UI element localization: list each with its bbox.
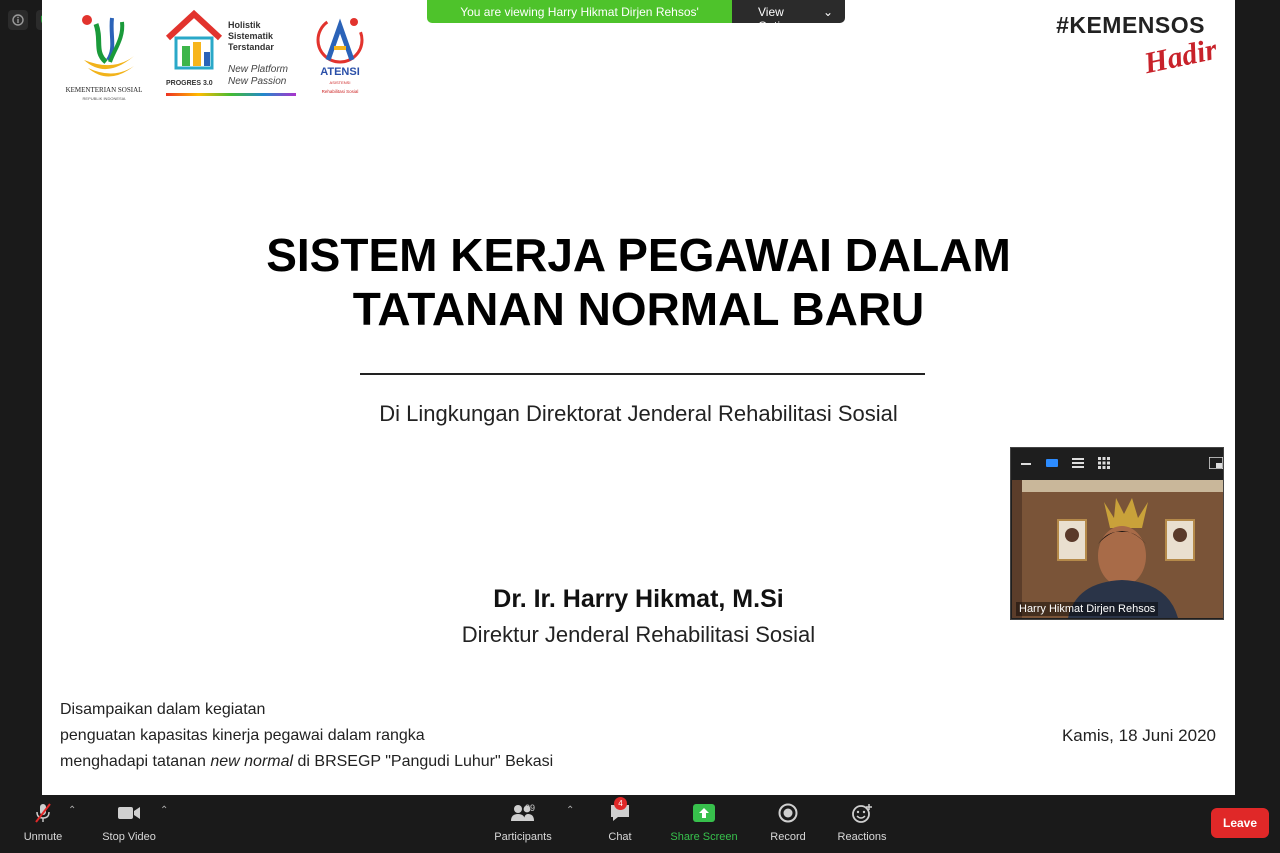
record-icon — [766, 801, 810, 825]
screen-share-banner: You are viewing Harry Hikmat Dirjen Rehs… — [427, 0, 845, 23]
chat-button[interactable]: 4 Chat — [600, 797, 640, 843]
audio-options-caret[interactable]: ⌃ — [68, 805, 76, 816]
view-options-label: View Options — [758, 5, 799, 23]
progres-label: PROGRES 3.0 — [166, 80, 213, 87]
kemensos-logo: KEMENTERIAN SOSIAL REPUBLIK INDONESIA — [54, 10, 154, 101]
gallery-view-icon[interactable] — [1097, 456, 1111, 470]
muted-microphone-icon — [18, 801, 68, 825]
event-note-line-3: menghadapi tatanan new normal di BRSEGP … — [60, 749, 553, 775]
video-options-caret[interactable]: ⌃ — [160, 805, 168, 816]
event-note-line-1: Disampaikan dalam kegiatan — [60, 701, 266, 718]
reactions-button[interactable]: Reactions — [834, 801, 890, 843]
video-camera-icon — [98, 801, 160, 825]
unmute-label: Unmute — [23, 831, 63, 843]
participants-icon: 39 — [492, 801, 554, 825]
unmute-button[interactable]: Unmute — [18, 801, 68, 843]
event-note-line-3-emphasis: new normal — [210, 753, 294, 770]
share-screen-button[interactable]: Share Screen — [668, 801, 740, 843]
progres-lines: Holistik Sistematik Terstandar — [228, 20, 274, 52]
speaker-video-thumbnail[interactable]: Harry Hikmat Dirjen Rehsos — [1010, 447, 1224, 620]
atensi-label: ATENSI — [320, 66, 360, 78]
participants-button[interactable]: 39 Participants — [492, 801, 554, 843]
progres-logo: PROGRES 3.0 Holistik Sistematik Terstand… — [164, 8, 299, 98]
record-label: Record — [770, 831, 806, 843]
chevron-down-icon: ⌄ — [822, 5, 833, 19]
participants-options-caret[interactable]: ⌃ — [566, 805, 574, 816]
slide-title-line-2: TATANAN NORMAL BARU — [352, 283, 925, 335]
chat-label: Chat — [608, 831, 632, 843]
view-options-button[interactable]: View Options ⌄ — [732, 0, 845, 23]
share-screen-icon — [668, 801, 740, 825]
meeting-toolbar: Unmute ⌃ Stop Video ⌃ 39 Participants ⌃ … — [0, 795, 1280, 853]
active-speaker-view-icon[interactable] — [1045, 456, 1059, 470]
event-note-line-3-post: di BRSEGP "Pangudi Luhur" Bekasi — [293, 753, 554, 770]
minimize-icon[interactable] — [1019, 456, 1033, 470]
progres-tagline: New Platform New Passion — [228, 64, 289, 87]
atensi-logo: ATENSI ASISTENSI Rehabilitasi Sosial — [308, 12, 380, 102]
thumbnail-controls — [1011, 448, 1223, 478]
speaker-video-feed: Harry Hikmat Dirjen Rehsos — [1012, 480, 1223, 618]
smiley-plus-icon — [834, 801, 890, 825]
slide-title-line-1: SISTEM KERJA PEGAWAI DALAM — [266, 229, 1011, 281]
participant-name-label: Harry Hikmat Dirjen Rehsos — [1016, 602, 1159, 616]
record-button[interactable]: Record — [766, 801, 810, 843]
hadir-script-text: Hadir — [1140, 32, 1220, 81]
hashtag-kemensos: #KEMENSOS — [1056, 12, 1205, 38]
progres-color-bar — [166, 93, 296, 96]
shared-screen-slide: KEMENTERIAN SOSIAL REPUBLIK INDONESIA PR… — [42, 0, 1235, 795]
slide-title: SISTEM KERJA PEGAWAI DALAM TATANAN NORMA… — [42, 228, 1235, 336]
kemensos-caption: KEMENTERIAN SOSIAL — [65, 86, 143, 94]
atensi-sub: ASISTENSI — [329, 80, 351, 85]
participants-count: 39 — [525, 803, 536, 813]
stop-video-label: Stop Video — [102, 831, 156, 843]
viewing-screen-label: You are viewing Harry Hikmat Dirjen Rehs… — [427, 0, 732, 23]
chat-bubble-icon: 4 — [600, 797, 640, 825]
exit-fullscreen-icon[interactable] — [1209, 456, 1223, 470]
presentation-date: Kamis, 18 Juni 2020 — [1061, 726, 1216, 745]
event-note: Disampaikan dalam kegiatan penguatan kap… — [60, 697, 553, 775]
leave-meeting-button[interactable]: Leave — [1211, 808, 1269, 838]
kemensos-subcaption: REPUBLIK INDONESIA — [82, 96, 126, 101]
stop-video-button[interactable]: Stop Video — [98, 801, 160, 843]
title-divider — [360, 373, 925, 375]
event-note-line-3-pre: menghadapi tatanan — [60, 753, 211, 770]
atensi-sub2: Rehabilitasi Sosial — [321, 89, 359, 94]
speaker-role: Direktur Jenderal Rehabilitasi Sosial — [461, 622, 816, 647]
info-icon[interactable] — [8, 10, 28, 30]
share-screen-label: Share Screen — [670, 831, 738, 843]
event-note-line-2: penguatan kapasitas kinerja pegawai dala… — [60, 727, 425, 744]
reactions-label: Reactions — [837, 831, 887, 843]
chat-unread-badge: 4 — [614, 797, 627, 810]
slide-subtitle: Di Lingkungan Direktorat Jenderal Rehabi… — [379, 401, 898, 426]
participants-label: Participants — [494, 831, 552, 843]
side-by-side-view-icon[interactable] — [1071, 456, 1085, 470]
